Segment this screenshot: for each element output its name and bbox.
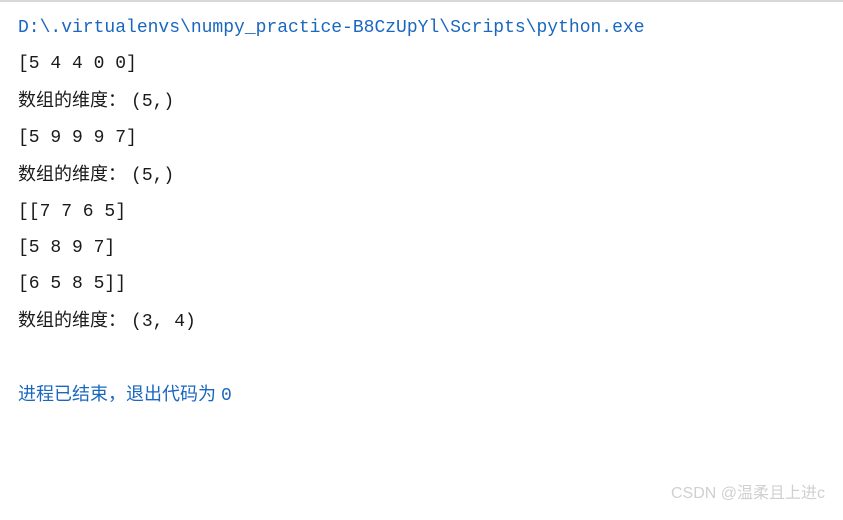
output-dim-1: 数组的维度： (5,) <box>18 82 843 120</box>
output-array-3-row-3: [6 5 8 5]] <box>18 266 843 302</box>
dim-label: 数组的维度： <box>18 164 131 184</box>
output-array-3-row-2: [5 8 9 7] <box>18 230 843 266</box>
output-array-2: [5 9 9 9 7] <box>18 120 843 156</box>
output-dim-2: 数组的维度： (5,) <box>18 156 843 194</box>
dim-label: 数组的维度： <box>18 310 131 330</box>
dim-value: (5,) <box>131 166 174 186</box>
exit-code: 0 <box>221 386 232 406</box>
output-array-1: [5 4 4 0 0] <box>18 46 843 82</box>
exit-text: 进程已结束，退出代码为 <box>18 384 221 404</box>
interpreter-path: D:\.virtualenvs\numpy_practice-B8CzUpYl\… <box>18 10 843 46</box>
process-exit-message: 进程已结束，退出代码为 0 <box>18 376 843 414</box>
dim-label: 数组的维度： <box>18 90 131 110</box>
dim-value: (3, 4) <box>131 312 196 332</box>
dim-value: (5,) <box>131 92 174 112</box>
output-dim-3: 数组的维度： (3, 4) <box>18 302 843 340</box>
output-array-3-row-1: [[7 7 6 5] <box>18 194 843 230</box>
watermark: CSDN @温柔且上进c <box>671 478 825 510</box>
